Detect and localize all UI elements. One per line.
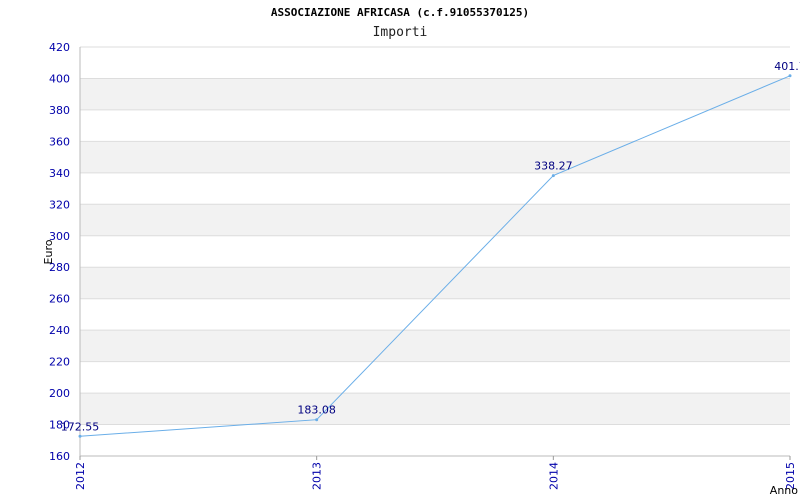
grid-band bbox=[80, 393, 790, 425]
y-tick-label: 340 bbox=[49, 167, 70, 180]
data-label: 401.7 bbox=[774, 60, 800, 73]
y-tick-label: 360 bbox=[49, 135, 70, 148]
y-tick-label: 380 bbox=[49, 104, 70, 117]
data-point bbox=[78, 434, 82, 438]
data-point bbox=[551, 174, 555, 178]
x-tick-label: 2013 bbox=[311, 462, 324, 490]
y-tick-label: 160 bbox=[49, 450, 70, 463]
plot-area: 1601802002202402602803003203403603804004… bbox=[42, 41, 800, 497]
y-tick-label: 420 bbox=[49, 41, 70, 54]
x-tick-label: 2014 bbox=[547, 462, 560, 490]
y-tick-label: 240 bbox=[49, 324, 70, 337]
y-tick-label: 400 bbox=[49, 72, 70, 85]
y-tick-label: 220 bbox=[49, 356, 70, 369]
grid-band bbox=[80, 330, 790, 362]
data-label: 172.55 bbox=[61, 420, 100, 433]
x-axis-label: Anno bbox=[770, 484, 798, 497]
y-tick-label: 200 bbox=[49, 387, 70, 400]
grid-band bbox=[80, 204, 790, 236]
chart: ASSOCIAZIONE AFRICASA (c.f.91055370125) … bbox=[0, 0, 800, 500]
data-label: 338.27 bbox=[534, 160, 573, 173]
x-tick-label: 2012 bbox=[74, 462, 87, 490]
data-label: 183.08 bbox=[297, 404, 336, 417]
grid-band bbox=[80, 141, 790, 173]
y-tick-label: 320 bbox=[49, 198, 70, 211]
grid-band bbox=[80, 267, 790, 299]
series-line bbox=[79, 75, 791, 437]
y-tick-label: 260 bbox=[49, 293, 70, 306]
grid-band bbox=[80, 78, 790, 110]
data-point bbox=[788, 74, 792, 78]
y-axis-label: Euro bbox=[42, 239, 55, 264]
data-point bbox=[315, 418, 319, 422]
